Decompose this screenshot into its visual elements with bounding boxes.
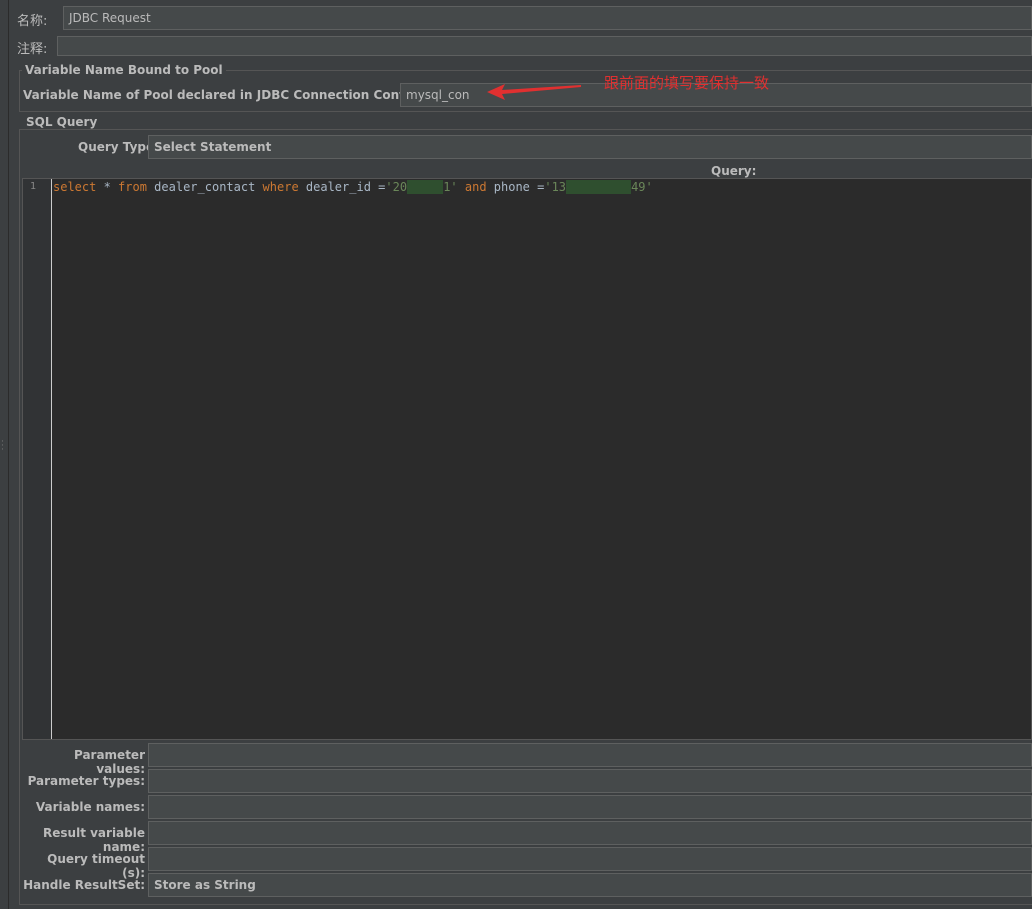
name-input[interactable]: JDBC Request	[63, 6, 1032, 30]
code-string-start: '20	[385, 180, 408, 194]
code-string-start: '13	[544, 180, 567, 194]
variable-names-label: Variable names:	[35, 800, 145, 814]
code-token: dealer_contact	[146, 180, 263, 194]
code-keyword-from: from	[118, 180, 147, 194]
code-keyword-and: and	[464, 180, 487, 194]
splitter-grip-icon[interactable]: · · ·	[1, 438, 6, 455]
code-keyword-select: select	[53, 180, 97, 194]
result-variable-name-label: Result variable name:	[43, 826, 145, 854]
comment-label: 注释:	[17, 42, 48, 57]
code-token: *	[96, 180, 119, 194]
handle-resultset-select[interactable]: Store as String	[148, 873, 1032, 897]
line-number: 1	[30, 181, 37, 192]
sql-code-line[interactable]: select * from dealer_contact where deale…	[53, 180, 653, 194]
code-token: dealer_id =	[298, 180, 386, 194]
query-type-select[interactable]: Select Statement	[148, 135, 1032, 159]
pool-group-title: Variable Name Bound to Pool	[22, 63, 226, 77]
query-type-label: Query Type:	[78, 140, 159, 154]
parameter-values-label: Parameter values:	[73, 748, 145, 776]
variable-names-input[interactable]	[148, 795, 1032, 819]
annotation-text: 跟前面的填写要保持一致	[604, 74, 770, 92]
code-token: phone =	[486, 180, 545, 194]
query-timeout-label: Query timeout (s):	[47, 852, 145, 880]
comment-input[interactable]	[57, 36, 1032, 56]
line-number-gutter	[23, 179, 52, 739]
code-redacted	[407, 180, 444, 194]
parameter-types-input[interactable]	[148, 769, 1032, 793]
annotation-arrow-icon	[487, 84, 581, 100]
name-label: 名称:	[17, 14, 48, 29]
sql-query-group-title: SQL Query	[23, 115, 101, 129]
query-timeout-input[interactable]	[148, 847, 1032, 871]
code-string-end: 1'	[443, 180, 458, 194]
code-keyword-where: where	[262, 180, 299, 194]
parameter-types-label: Parameter types:	[27, 774, 145, 788]
handle-resultset-label: Handle ResultSet:	[23, 878, 145, 892]
code-string-end: 49'	[631, 180, 653, 194]
query-label: Query:	[711, 164, 757, 178]
result-variable-name-input[interactable]	[148, 821, 1032, 845]
sql-editor[interactable]	[22, 178, 1032, 740]
parameter-values-input[interactable]	[148, 743, 1032, 767]
code-redacted	[566, 180, 632, 194]
